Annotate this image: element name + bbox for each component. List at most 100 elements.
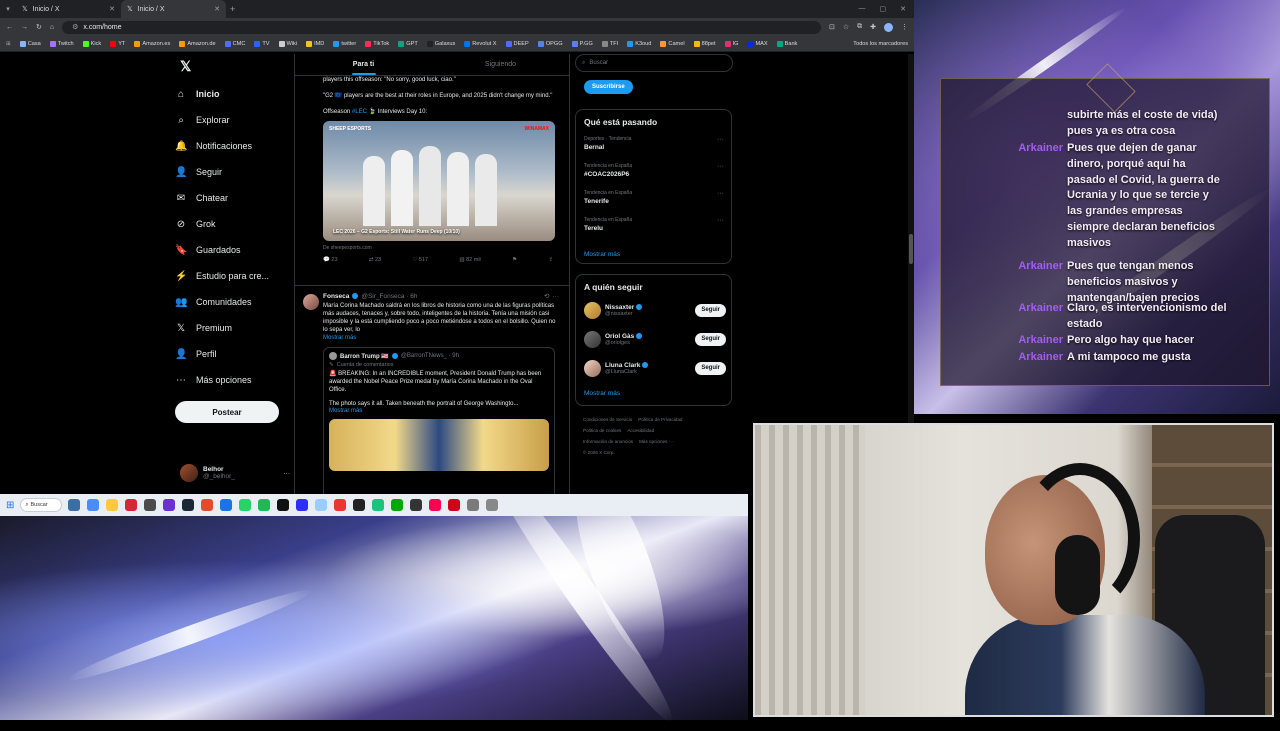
bookmark-item[interactable]: P.GG (571, 40, 593, 47)
author-name[interactable]: Fonseca (323, 293, 349, 300)
footer-link[interactable]: Política de cookies (583, 428, 621, 433)
minimize-icon[interactable]: — (859, 5, 866, 13)
more-dots-icon[interactable]: ··· (717, 136, 724, 143)
post-button[interactable]: Postear (175, 401, 279, 423)
windows-start-icon[interactable]: ⊞ (6, 500, 14, 511)
more-dots-icon[interactable]: ··· (717, 217, 724, 224)
bookmark-star-icon[interactable]: ☆ (843, 23, 849, 31)
menu-dots-icon[interactable]: ⋮ (901, 23, 908, 31)
taskbar-app-icon[interactable] (372, 499, 385, 511)
taskbar-app-icon[interactable] (410, 499, 423, 511)
footer-link[interactable]: Más opciones ··· (639, 439, 673, 444)
bookmark-item[interactable]: Wiki (278, 40, 297, 47)
nav-item-profile[interactable]: 👤 Perfil (175, 341, 293, 367)
taskbar-app-icon[interactable] (182, 499, 195, 511)
taskbar-app-icon[interactable] (467, 499, 480, 511)
avatar[interactable] (584, 330, 601, 348)
bookmark-item[interactable]: IG (724, 40, 738, 47)
nav-item-follow[interactable]: 👤 Seguir (175, 159, 293, 185)
more-dots-icon[interactable]: ··· (717, 190, 724, 197)
bookmark-item[interactable]: Revolut X (464, 40, 497, 47)
grok-icon[interactable]: ⟲ (544, 292, 549, 300)
bookmark-item[interactable]: DEEP (505, 40, 529, 47)
taskbar-app-icon[interactable] (258, 499, 271, 511)
install-icon[interactable]: ⊡ (829, 23, 835, 31)
bookmark-item[interactable]: TV (254, 40, 270, 47)
bookmark-item[interactable]: IMD (306, 40, 324, 47)
author-handle[interactable]: @Sir_Fonseca · 6h (361, 293, 417, 300)
tab-following[interactable]: Siguiendo (432, 54, 569, 75)
quoted-tweet[interactable]: Barron Trump 🇺🇸 @BarronTNews_ · 9h ✎ Cue… (323, 347, 555, 494)
footer-link[interactable]: Accesibilidad (627, 428, 654, 433)
follow-suggestion[interactable]: Nissaxter @nissaxter Seguir (584, 299, 726, 321)
bookmark-item[interactable]: twitter (333, 40, 356, 47)
browser-tab[interactable]: 𝕏 Inicio / X ✕ (16, 0, 121, 18)
more-dots-icon[interactable]: ··· (553, 293, 560, 300)
nav-item-chat[interactable]: ✉ Chatear (175, 185, 293, 211)
bookmark-item[interactable]: TFI (601, 40, 618, 47)
taskbar-app-icon[interactable] (239, 499, 252, 511)
address-bar[interactable]: ⚙ x.com/home (62, 20, 821, 34)
repost-button[interactable]: ⇄ 23 (369, 257, 381, 263)
bookmark-item[interactable]: Kick (82, 40, 101, 47)
bookmark-item[interactable]: MAX (747, 40, 768, 47)
nav-item-creator-studio[interactable]: ⚡ Estudio para cre... (175, 263, 293, 289)
follow-suggestion[interactable]: Oriol Gàs @oriolges Seguir (584, 328, 726, 350)
show-more-link[interactable]: Mostrar más (329, 408, 549, 414)
like-button[interactable]: ♡ 517 (412, 257, 428, 263)
site-info-icon[interactable]: ⚙ (72, 23, 78, 31)
trend-item[interactable]: Tendencia en España Terelu ··· (584, 217, 724, 232)
tab-for-you[interactable]: Para ti (295, 54, 432, 75)
taskbar-app-icon[interactable] (353, 499, 366, 511)
extension-icon[interactable]: ⧉ (857, 23, 862, 31)
trend-item[interactable]: Tendencia en España Tenerife ··· (584, 190, 724, 205)
bookmark-item[interactable]: Amazon.es (134, 40, 170, 47)
back-icon[interactable]: ← (6, 24, 13, 31)
link-card-image[interactable]: SHEEP ESPORTS WINAMAX LEC 2026 – G2 Espo… (323, 121, 555, 241)
follow-button[interactable]: Seguir (695, 303, 726, 317)
new-tab-icon[interactable]: + (230, 4, 235, 14)
bookmark-item[interactable]: Camel (660, 40, 685, 47)
avatar[interactable] (584, 359, 601, 377)
tweet[interactable]: players this offseason: "No sorry, good … (295, 76, 569, 286)
bookmark-item[interactable]: TikTok (365, 40, 389, 47)
taskbar-app-icon[interactable] (163, 499, 176, 511)
close-window-icon[interactable]: ✕ (900, 5, 906, 13)
bookmark-icon[interactable]: ⚑ (512, 257, 517, 263)
extensions-puzzle-icon[interactable]: ✚ (870, 23, 876, 31)
bookmark-item[interactable]: CMC (224, 40, 245, 47)
bookmark-item[interactable]: Amazon.de (179, 40, 216, 47)
quote-image[interactable] (329, 419, 549, 471)
bookmark-item[interactable]: Bank (776, 40, 797, 47)
tab-list-icon[interactable]: ▾ (0, 5, 16, 13)
taskbar-app-icon[interactable] (106, 499, 119, 511)
bookmark-item[interactable]: Galaxus (426, 40, 455, 47)
reload-icon[interactable]: ↻ (36, 23, 42, 31)
taskbar-app-icon[interactable] (87, 499, 100, 511)
footer-link[interactable]: Condiciones de Servicio (583, 417, 632, 422)
follow-suggestion[interactable]: Lluna Clark @LlunaClark Seguir (584, 357, 726, 379)
more-dots-icon[interactable]: ··· (284, 470, 291, 477)
link-source[interactable]: De sheepesports.com (323, 245, 559, 251)
all-bookmarks[interactable]: Todos los marcadores (853, 41, 908, 47)
taskbar-search[interactable]: ⌕ Buscar (20, 498, 63, 512)
follow-show-more[interactable]: Mostrar más (584, 390, 620, 397)
nav-item-explore[interactable]: ⌕ Explorar (175, 107, 293, 133)
nav-item-premium[interactable]: 𝕏 Premium (175, 315, 293, 341)
taskbar-app-icon[interactable] (429, 499, 442, 511)
taskbar-app-icon[interactable] (448, 499, 461, 511)
bookmark-item[interactable]: 88pet (693, 40, 716, 47)
subscribe-button[interactable]: Suscribirse (584, 80, 633, 94)
avatar[interactable] (584, 301, 601, 319)
nav-item-more[interactable]: ⋯ Más opciones (175, 367, 293, 393)
bookmark-item[interactable]: Casa (19, 40, 41, 47)
taskbar-app-icon[interactable] (144, 499, 157, 511)
bookmark-item[interactable]: YT (110, 40, 125, 47)
trends-show-more[interactable]: Mostrar más (584, 251, 620, 258)
x-logo-icon[interactable]: 𝕏 (180, 58, 293, 75)
footer-link[interactable]: Información de anuncios (583, 439, 633, 444)
trend-item[interactable]: Deportes · Tendencia Bernal ··· (584, 136, 724, 151)
bookmark-item[interactable]: GPT (398, 40, 418, 47)
follow-button[interactable]: Seguir (695, 361, 726, 375)
nav-item-notifications[interactable]: 🔔 Notificaciones (175, 133, 293, 159)
